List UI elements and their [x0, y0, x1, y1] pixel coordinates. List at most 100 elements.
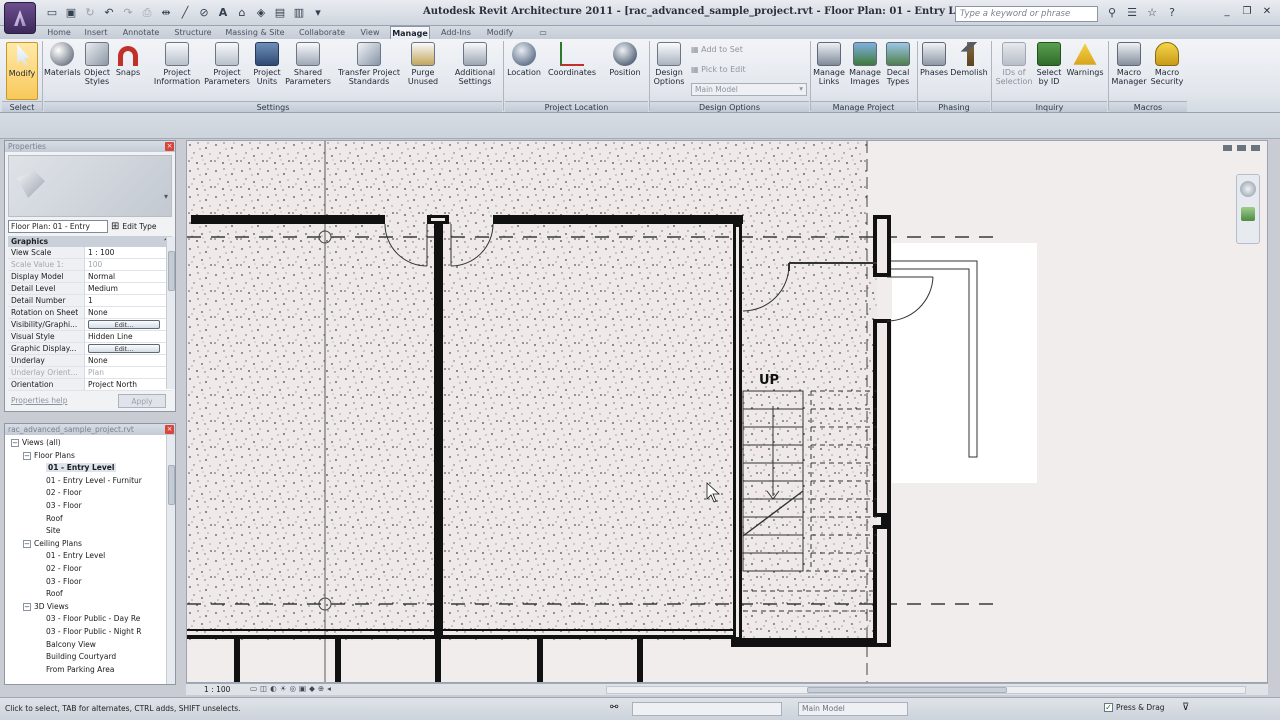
- modify-button[interactable]: Modify: [6, 42, 38, 100]
- property-row[interactable]: Detail Level Medium: [8, 283, 172, 295]
- close-icon[interactable]: ×: [165, 425, 174, 434]
- tree-collapse-icon[interactable]: −: [23, 539, 31, 548]
- property-value[interactable]: Medium: [84, 283, 172, 294]
- steering-wheel-icon[interactable]: [1240, 181, 1256, 197]
- tab-manage[interactable]: Manage: [390, 26, 430, 39]
- edit-button[interactable]: Edit...: [88, 344, 160, 353]
- tree-collapse-icon[interactable]: −: [11, 439, 19, 447]
- snaps-button[interactable]: Snaps: [114, 42, 142, 100]
- property-value[interactable]: Plan: [84, 367, 172, 378]
- manage-links-button[interactable]: Manage Links: [812, 42, 846, 100]
- tree-collapse-icon[interactable]: −: [23, 602, 31, 611]
- property-value[interactable]: None: [84, 355, 172, 366]
- worksets-icon[interactable]: ⚯: [610, 702, 618, 713]
- filter-icon[interactable]: ⊽: [1182, 702, 1189, 713]
- location-button[interactable]: Location: [506, 42, 542, 100]
- tree-node[interactable]: Building Courtyard: [5, 651, 175, 664]
- property-value[interactable]: 1 : 100: [84, 247, 172, 258]
- property-row[interactable]: Underlay Orient... Plan: [8, 367, 172, 379]
- demolish-button[interactable]: Demolish: [950, 42, 988, 100]
- tree-node[interactable]: Roof: [5, 588, 175, 601]
- browser-scrollbar[interactable]: [166, 435, 175, 684]
- add-to-set-button[interactable]: ▦ Add to Set: [691, 45, 743, 54]
- property-row[interactable]: Scale Value 1: 100: [8, 259, 172, 271]
- close-button[interactable]: ✕: [1258, 4, 1276, 20]
- transfer-project-standards-button[interactable]: Transfer Project Standards: [332, 42, 406, 100]
- properties-help-link[interactable]: Properties help: [11, 396, 68, 405]
- restore-button[interactable]: ❐: [1238, 4, 1256, 20]
- shared-parameters-button[interactable]: Shared Parameters: [284, 42, 332, 100]
- save-icon[interactable]: ▣: [63, 5, 79, 21]
- properties-group-graphics[interactable]: Graphics ⌃: [8, 236, 172, 247]
- property-value[interactable]: Hidden Line: [84, 331, 172, 342]
- switch-windows-icon[interactable]: ▥: [291, 5, 307, 21]
- project-parameters-button[interactable]: Project Parameters: [204, 42, 250, 100]
- zoom-icon[interactable]: [1241, 207, 1255, 221]
- favorites-icon[interactable]: ☆: [1144, 5, 1160, 21]
- tree-node[interactable]: 01 - Entry Level - Furnitur: [5, 475, 175, 488]
- section-icon[interactable]: ◈: [253, 5, 269, 21]
- macro-security-button[interactable]: Macro Security: [1148, 42, 1186, 100]
- drawing-area[interactable]: UP: [186, 140, 1268, 683]
- tab-annotate[interactable]: Annotate: [120, 26, 162, 39]
- object-styles-button[interactable]: Object Styles: [80, 42, 114, 100]
- search-input[interactable]: Type a keyword or phrase: [955, 6, 1098, 22]
- tree-node[interactable]: 03 - Floor Public - Day Re: [5, 613, 175, 626]
- dimension-icon[interactable]: ╱: [177, 5, 193, 21]
- tree-node[interactable]: 01 - Entry Level: [5, 550, 175, 563]
- tree-node[interactable]: 01 - Entry Level: [5, 462, 175, 475]
- tree-node[interactable]: 03 - Floor Public - Night R: [5, 626, 175, 639]
- pick-to-edit-button[interactable]: ▦ Pick to Edit: [691, 65, 746, 74]
- tab-structure[interactable]: Structure: [172, 26, 214, 39]
- 3d-view-icon[interactable]: ⌂: [234, 5, 250, 21]
- tree-node[interactable]: Site: [5, 525, 175, 538]
- close-icon[interactable]: ×: [165, 142, 174, 151]
- property-row[interactable]: Detail Number 1: [8, 295, 172, 307]
- property-value[interactable]: None: [84, 307, 172, 318]
- measure-icon[interactable]: ⇹: [158, 5, 174, 21]
- tree-node[interactable]: Balcony View: [5, 639, 175, 652]
- property-row[interactable]: Rotation on Sheet None: [8, 307, 172, 319]
- open-icon[interactable]: ▭: [44, 5, 60, 21]
- redo-icon[interactable]: ↷: [120, 5, 136, 21]
- design-options-button[interactable]: Design Options: [652, 42, 686, 100]
- print-icon[interactable]: ⎙: [139, 5, 155, 21]
- tab-modify[interactable]: Modify: [482, 26, 518, 39]
- press-drag-toggle[interactable]: ✓ Press & Drag: [1104, 703, 1165, 712]
- property-row[interactable]: Graphic Display... Edit...: [8, 343, 172, 355]
- purge-unused-button[interactable]: Purge Unused: [406, 42, 440, 100]
- decal-types-button[interactable]: Decal Types: [882, 42, 914, 100]
- tab-add-ins[interactable]: Add-Ins: [436, 26, 476, 39]
- property-value[interactable]: Normal: [84, 271, 172, 282]
- project-units-button[interactable]: Project Units: [250, 42, 284, 100]
- view-control-icons[interactable]: ▭◫◐☀◎▣◆⊕◂: [250, 684, 334, 693]
- tag-icon[interactable]: ⊘: [196, 5, 212, 21]
- warnings-button[interactable]: Warnings: [1064, 42, 1106, 100]
- property-row[interactable]: Visibility/Graphi... Edit...: [8, 319, 172, 331]
- property-row[interactable]: Underlay None: [8, 355, 172, 367]
- tree-node[interactable]: 02 - Floor: [5, 487, 175, 500]
- tab-view[interactable]: View: [356, 26, 384, 39]
- edit-type-button[interactable]: Edit Type: [122, 222, 156, 231]
- ribbon-minimize-icon[interactable]: ▭: [536, 26, 550, 39]
- undo-icon[interactable]: ↶: [101, 5, 117, 21]
- application-menu-button[interactable]: [4, 2, 36, 34]
- tree-node[interactable]: From Parking Area: [5, 664, 175, 677]
- property-row[interactable]: View Scale 1 : 100: [8, 247, 172, 259]
- tree-node[interactable]: Roof: [5, 513, 175, 526]
- navigation-bar[interactable]: [1236, 174, 1260, 244]
- qat-dropdown-icon[interactable]: ▾: [310, 5, 326, 21]
- tab-insert[interactable]: Insert: [82, 26, 110, 39]
- tree-node[interactable]: − Views (all): [5, 437, 175, 450]
- properties-scrollbar[interactable]: [166, 237, 175, 389]
- manage-images-button[interactable]: Manage Images: [848, 42, 882, 100]
- tree-node[interactable]: −3D Views: [5, 601, 175, 614]
- tree-collapse-icon[interactable]: −: [23, 451, 31, 460]
- tab-collaborate[interactable]: Collaborate: [296, 26, 348, 39]
- materials-button[interactable]: Materials: [44, 42, 81, 100]
- view-type-select[interactable]: Floor Plan: 01 - Entry: [8, 220, 108, 233]
- tab-home[interactable]: Home: [46, 26, 72, 39]
- minimize-button[interactable]: _: [1218, 4, 1236, 20]
- ids-of-selection-button[interactable]: IDs of Selection: [994, 42, 1034, 100]
- property-row[interactable]: Display Model Normal: [8, 271, 172, 283]
